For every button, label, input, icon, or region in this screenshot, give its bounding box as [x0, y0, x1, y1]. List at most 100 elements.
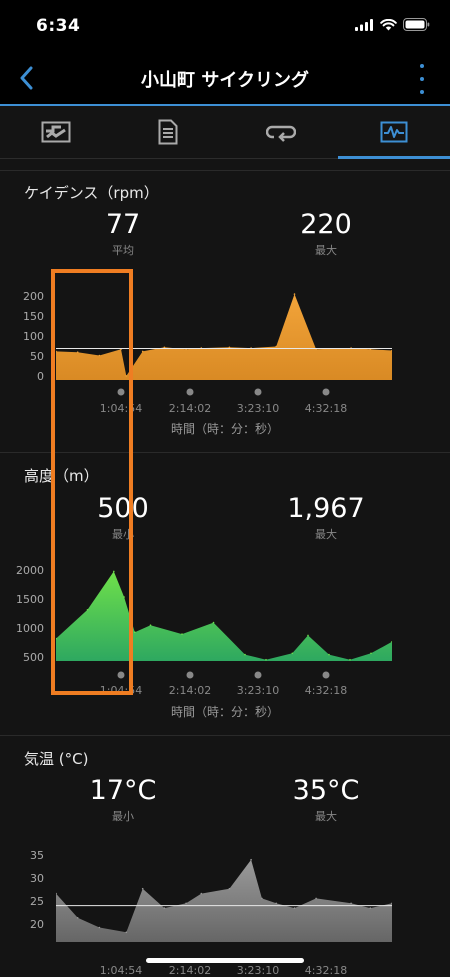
elevation-data-point — [212, 621, 215, 624]
elevation-x-tick: 4:32:18 — [304, 684, 348, 697]
elevation-data-point — [291, 652, 294, 655]
chart-icon — [380, 121, 408, 143]
temperature-title: 気温 (°C) — [24, 750, 89, 768]
temperature-data-point — [98, 926, 101, 929]
temperature-data-point — [293, 907, 296, 909]
cadence-max-value: 220 — [300, 209, 352, 240]
cadence-data-point — [141, 350, 144, 353]
document-icon — [158, 119, 178, 145]
temperature-data-point — [261, 897, 263, 900]
cadence-avg-label: 平均 — [112, 244, 134, 257]
temperature-max-label: 最大 — [315, 810, 337, 823]
temperature-y-tick: 35 — [30, 849, 44, 862]
elevation-x-caption: 時間（時：分：秒） — [170, 705, 279, 719]
temperature-x-tick: 1:04:54 — [99, 964, 143, 977]
cadence-max-label: 最大 — [315, 244, 337, 257]
elevation-x-tick: 3:23:10 — [236, 684, 280, 697]
temperature-x-tick: 3:23:10 — [236, 964, 280, 977]
cadence-data-point — [275, 345, 277, 348]
highlight-annotation — [51, 269, 133, 695]
tab-details[interactable] — [112, 106, 224, 158]
cadence-y-tick: 200 — [23, 290, 44, 303]
elevation-data-point — [181, 633, 183, 635]
temperature-data-point — [141, 887, 144, 890]
elevation-max-stat: 1,967 最大 — [256, 494, 396, 542]
temperature-data-point — [200, 892, 203, 895]
status-bar: 6:34 — [0, 0, 450, 52]
cadence-y-tick: 50 — [30, 350, 44, 363]
elevation-y-tick: 1500 — [16, 593, 44, 606]
section-divider — [0, 735, 450, 736]
temperature-area — [56, 859, 392, 942]
temperature-data-point — [350, 902, 352, 905]
timeline-dot — [254, 671, 262, 679]
tab-laps[interactable] — [225, 106, 337, 158]
more-options-button[interactable] — [416, 64, 428, 94]
temperature-chart[interactable] — [56, 850, 392, 942]
elevation-y-tick: 2000 — [16, 564, 44, 577]
temperature-x-tick: 2:14:02 — [168, 964, 212, 977]
temperature-data-point — [228, 887, 231, 890]
cadence-avg-stat: 77 平均 — [53, 210, 193, 258]
elevation-max-label: 最大 — [315, 528, 337, 541]
cadence-title: ケイデンス（rpm） — [24, 184, 159, 202]
signal-icon — [355, 18, 373, 31]
map-icon — [41, 121, 71, 143]
temperature-data-point — [163, 907, 166, 909]
tab-charts[interactable] — [338, 106, 450, 159]
more-dot-icon — [420, 77, 424, 81]
cadence-data-point — [293, 293, 296, 295]
elevation-x-tick: 2:14:02 — [168, 684, 212, 697]
temperature-y-tick: 25 — [30, 895, 44, 908]
temperature-min-value: 17°C — [89, 775, 157, 806]
wifi-icon — [380, 18, 397, 30]
timeline-dot — [322, 671, 330, 679]
temperature-max-value: 35°C — [292, 775, 360, 806]
home-indicator[interactable] — [146, 958, 304, 963]
elevation-data-point — [149, 624, 152, 626]
cadence-y-tick: 0 — [37, 370, 44, 383]
temperature-max-stat: 35°C 最大 — [256, 776, 396, 824]
temperature-data-point — [250, 858, 252, 861]
elevation-data-point — [370, 652, 372, 655]
more-dot-icon — [420, 90, 424, 94]
temperature-y-tick: 20 — [30, 918, 44, 931]
status-icons — [355, 18, 430, 31]
page-title: 小山町 サイクリング — [141, 70, 309, 91]
battery-icon — [403, 18, 430, 31]
status-time: 6:34 — [36, 16, 81, 36]
temperature-y-tick: 30 — [30, 872, 44, 885]
temperature-min-stat: 17°C 最小 — [53, 776, 193, 824]
nav-bar: 小山町 サイクリング — [0, 52, 450, 106]
loop-icon — [266, 125, 296, 142]
elevation-data-point — [328, 653, 330, 656]
temperature-x-tick: 4:32:18 — [304, 964, 348, 977]
temperature-data-point — [125, 931, 128, 934]
timeline-dot — [322, 388, 330, 396]
cadence-x-tick: 4:32:18 — [304, 402, 348, 415]
temperature-data-point — [275, 902, 277, 905]
timeline-dot — [186, 671, 194, 679]
cadence-y-tick: 100 — [23, 330, 44, 343]
cadence-avg-value: 77 — [105, 209, 141, 240]
timeline-dot — [186, 388, 194, 396]
elevation-data-point — [349, 658, 351, 661]
temperature-data-point — [369, 907, 372, 909]
cadence-x-tick: 3:23:10 — [236, 402, 280, 415]
elevation-data-point — [134, 631, 136, 633]
cadence-max-stat: 220 最大 — [256, 210, 396, 258]
elevation-data-point — [244, 653, 246, 656]
elevation-data-point — [265, 658, 267, 661]
more-dot-icon — [420, 64, 424, 68]
section-divider — [0, 170, 450, 171]
elevation-y-tick: 500 — [23, 651, 44, 664]
temperature-min-label: 最小 — [112, 810, 134, 823]
tab-bar — [0, 106, 450, 159]
temperature-data-point — [76, 917, 79, 919]
elevation-y-tick: 1000 — [16, 622, 44, 635]
temperature-data-point — [56, 892, 57, 895]
cadence-x-tick: 2:14:02 — [168, 402, 212, 415]
temperature-data-point — [315, 897, 317, 900]
temperature-data-point — [185, 902, 187, 905]
tab-map[interactable] — [0, 106, 112, 158]
